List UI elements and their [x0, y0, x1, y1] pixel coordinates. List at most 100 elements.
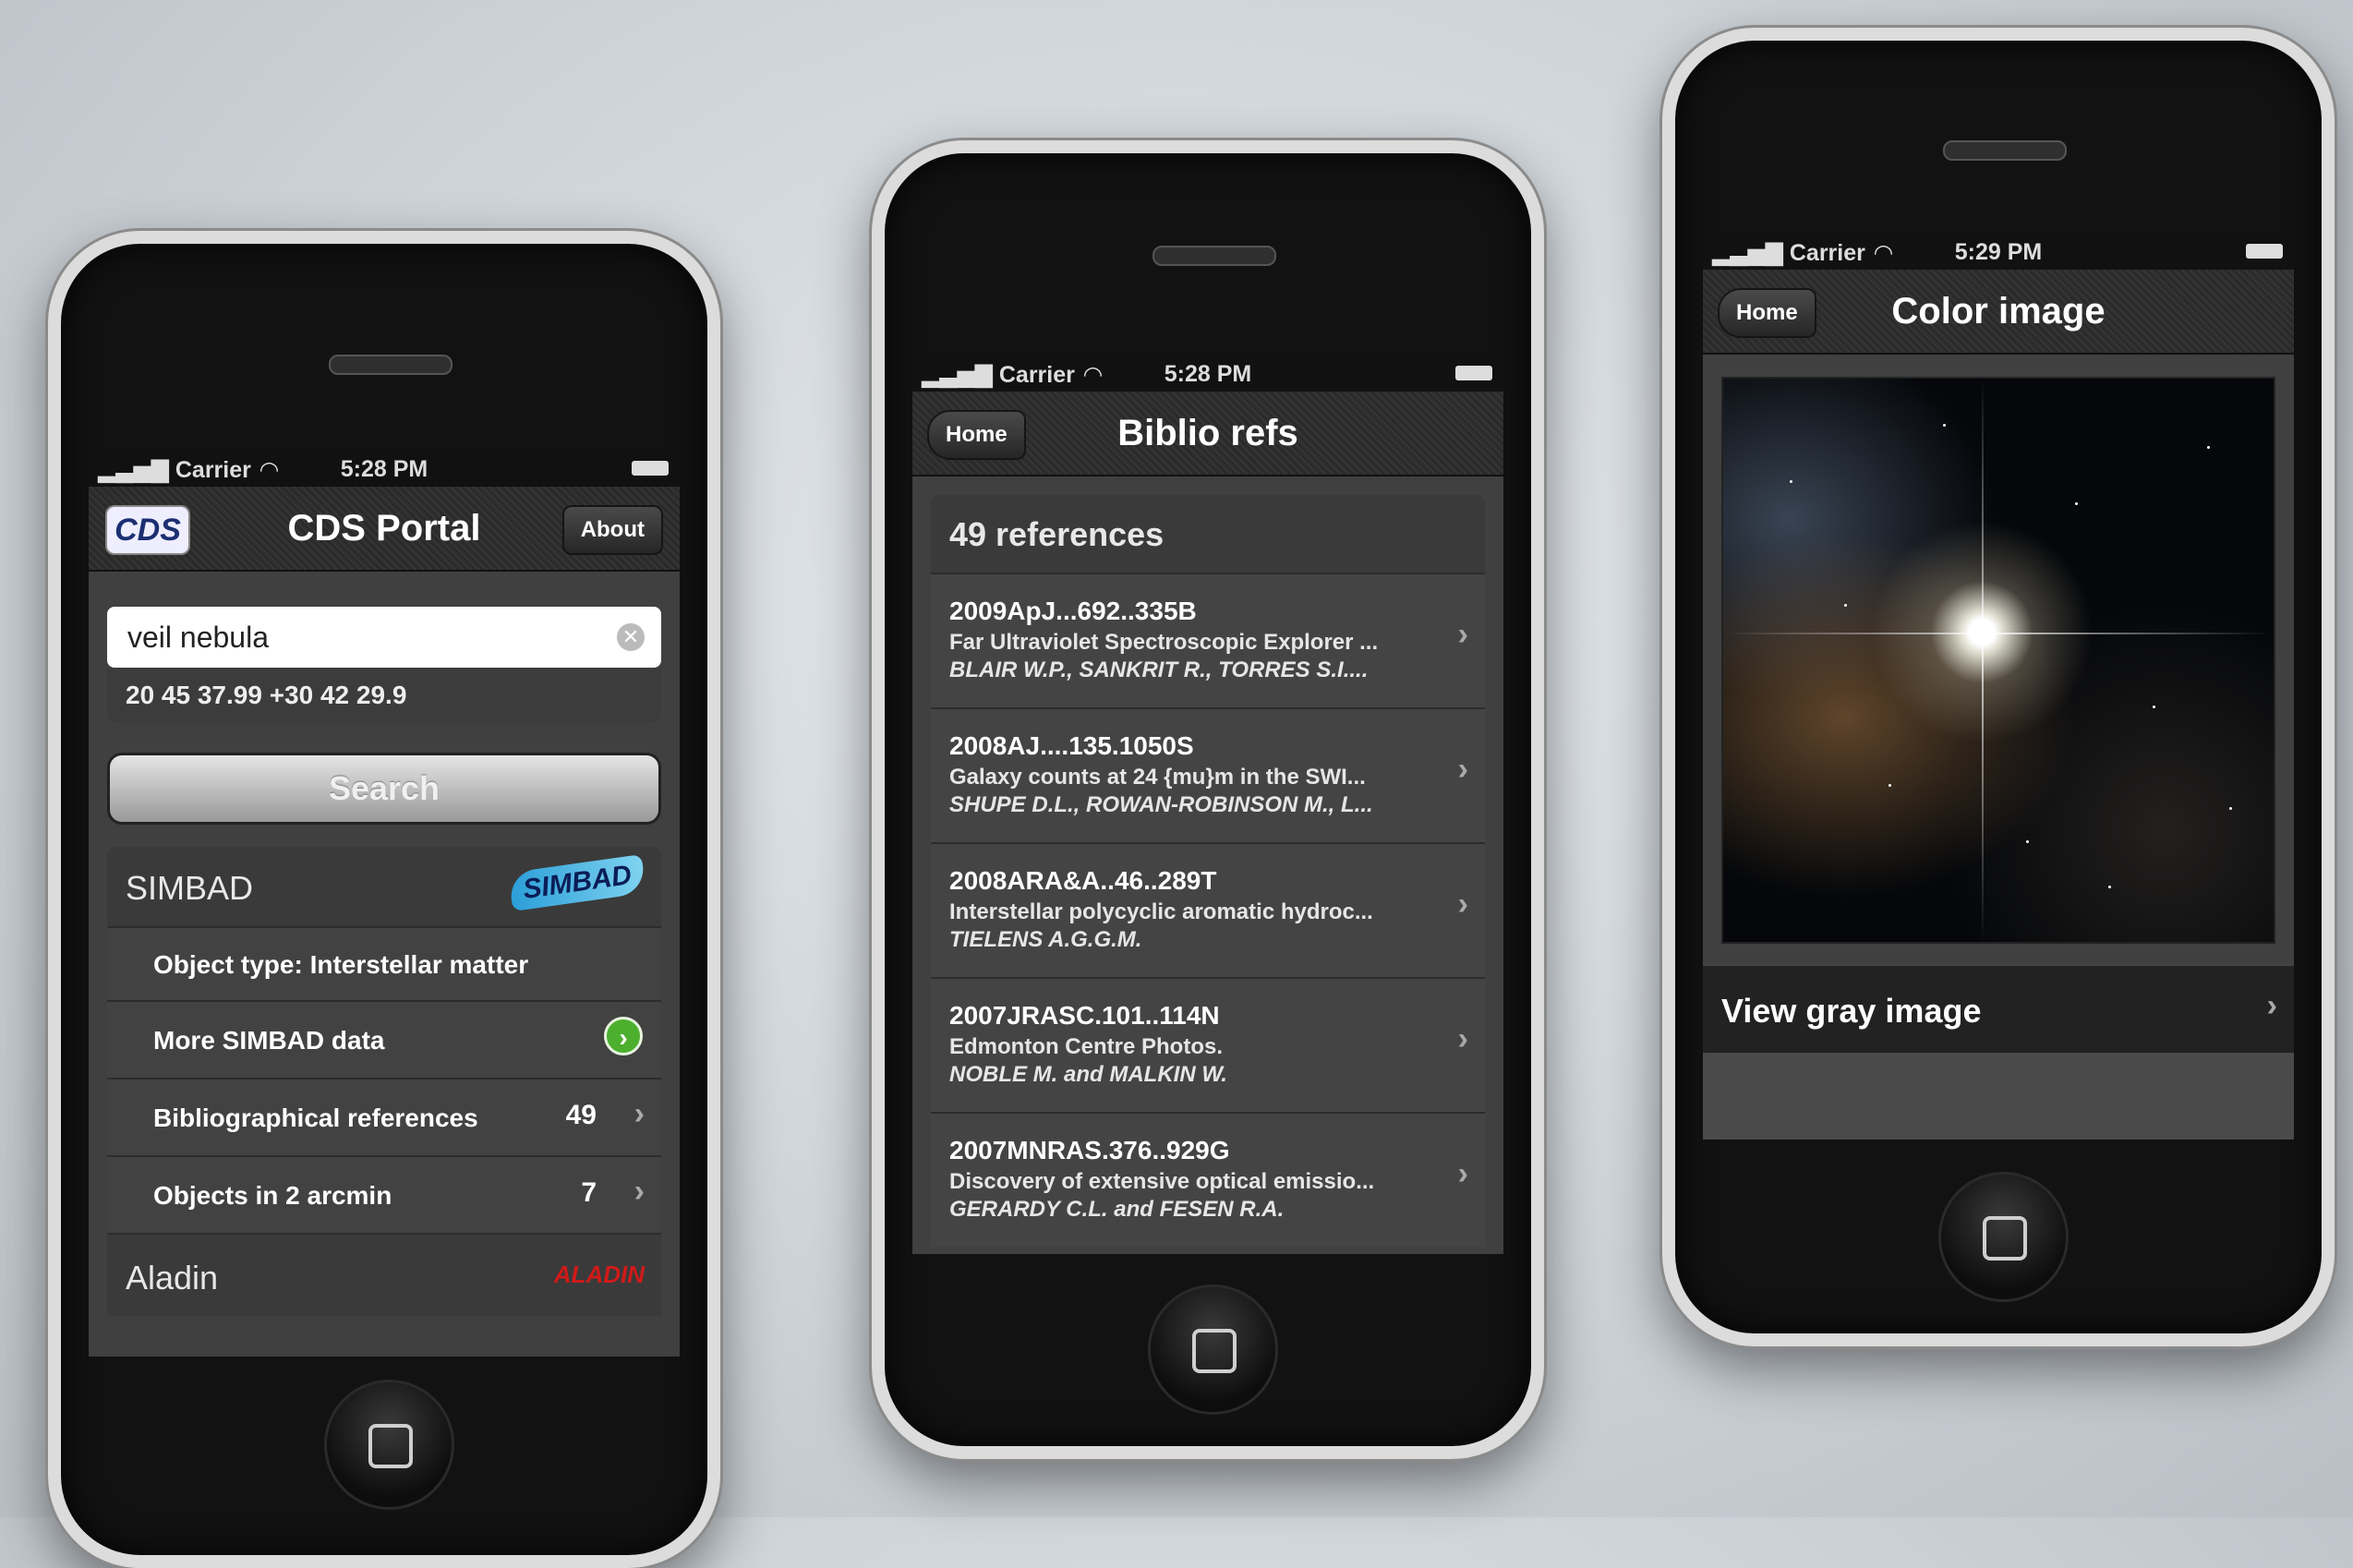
chevron-right-icon: ›: [634, 1174, 645, 1209]
phone-cds-portal: ▂▃▅▇ Carrier ◠ 5:28 PM CDS CDS Portal Abo…: [48, 231, 720, 1568]
status-time: 5:28 PM: [340, 456, 428, 482]
reference-authors: BLAIR W.P., SANKRIT R., TORRES S.I....: [949, 657, 1369, 682]
star: [2152, 705, 2155, 708]
reference-authors: SHUPE D.L., ROWAN-ROBINSON M., L...: [949, 792, 1373, 817]
list-item: Object type: Interstellar matter: [107, 926, 661, 1000]
screen-cds-portal: ▂▃▅▇ Carrier ◠ 5:28 PM CDS CDS Portal Abo…: [89, 452, 680, 1357]
simbad-header: SIMBAD SIMBAD: [107, 847, 661, 926]
phone-biblio-refs: ▂▃▅▇ Carrier ◠ 5:28 PM Home Biblio refs 4…: [872, 140, 1544, 1459]
clear-icon[interactable]: ✕: [617, 623, 645, 651]
status-time: 5:29 PM: [1954, 239, 2043, 265]
bibliographical-references-row[interactable]: Bibliographical references 49 ›: [107, 1078, 661, 1155]
about-button[interactable]: About: [561, 505, 663, 555]
chevron-right-icon: ›: [1457, 1021, 1468, 1056]
battery-icon: [1455, 366, 1492, 380]
chevron-right-icon: ›: [1457, 1156, 1468, 1191]
star: [1789, 479, 1792, 483]
star: [2108, 886, 2112, 888]
home-square-icon: [1191, 1328, 1237, 1373]
reference-row[interactable]: 2009ApJ...692..335B Far Ultraviolet Spec…: [931, 573, 1485, 707]
aladin-logo: ALADIN: [553, 1260, 645, 1288]
screen-color-image: ▂▃▅▇ Carrier ◠ 5:29 PM Home Color image V…: [1703, 235, 2294, 1140]
reference-code: 2008ARA&A..46..289T: [949, 866, 1217, 895]
references-list: 49 references 2009ApJ...692..335B Far Ul…: [931, 495, 1485, 1247]
view-gray-image-label: View gray image: [1721, 992, 1982, 1030]
objects-count: 7: [581, 1177, 597, 1208]
reference-title: Edmonton Centre Photos.: [949, 1034, 1223, 1059]
home-square-icon: [368, 1423, 413, 1468]
star-spike: [1982, 379, 1985, 942]
search-button[interactable]: Search: [107, 753, 661, 825]
reference-authors: NOBLE M. and MALKIN W.: [949, 1062, 1227, 1087]
star: [2075, 502, 2079, 506]
nav-bar: CDS CDS Portal About: [89, 487, 680, 572]
chevron-right-icon: ›: [1457, 887, 1468, 922]
home-square-icon: [1982, 1215, 2027, 1260]
home-button[interactable]: [324, 1380, 454, 1510]
color-image: [1721, 377, 2275, 944]
chevron-right-icon: ›: [634, 1096, 645, 1131]
home-button[interactable]: [1938, 1172, 2069, 1302]
reference-row[interactable]: 2007MNRAS.376..929G Discovery of extensi…: [931, 1112, 1485, 1247]
page-title: Color image: [1891, 291, 2106, 332]
speaker-grill: [1943, 140, 2067, 161]
star: [1888, 784, 1891, 788]
aladin-header-label: Aladin: [126, 1259, 219, 1297]
battery-icon: [2246, 244, 2283, 259]
object-type-label: Object type: Interstellar matter: [153, 950, 529, 979]
star: [2025, 840, 2029, 844]
reference-authors: TIELENS A.G.G.M.: [949, 927, 1142, 952]
simbad-header-label: SIMBAD: [126, 869, 254, 907]
status-bar: ▂▃▅▇ Carrier ◠ 5:29 PM: [1703, 235, 2294, 270]
search-input[interactable]: veil nebula ✕: [107, 607, 661, 668]
reference-title: Discovery of extensive optical emissio..…: [949, 1169, 1375, 1194]
battery-icon: [632, 461, 669, 476]
reference-row[interactable]: 2008AJ....135.1050S Galaxy counts at 24 …: [931, 707, 1485, 842]
references-count-header: 49 references: [931, 495, 1485, 573]
star: [1943, 423, 1947, 427]
reference-title: Far Ultraviolet Spectroscopic Explorer .…: [949, 630, 1379, 655]
chevron-right-icon: ›: [1457, 617, 1468, 652]
speaker-grill: [329, 355, 452, 375]
chevron-right-circle-icon[interactable]: ›: [604, 1017, 643, 1055]
references-count: 49: [565, 1100, 597, 1130]
references-count-label: 49 references: [949, 515, 1164, 553]
simbad-group: SIMBAD SIMBAD Object type: Interstellar …: [107, 847, 661, 1316]
reference-code: 2007JRASC.101..114N: [949, 1001, 1220, 1030]
more-simbad-data-label: More SIMBAD data: [153, 1026, 385, 1055]
more-simbad-data-row[interactable]: More SIMBAD data ›: [107, 1000, 661, 1078]
reference-title: Galaxy counts at 24 {mu}m in the SWI...: [949, 765, 1366, 790]
reference-code: 2007MNRAS.376..929G: [949, 1136, 1230, 1164]
view-gray-image-row[interactable]: View gray image ›: [1703, 964, 2294, 1055]
simbad-logo: SIMBAD: [507, 854, 647, 911]
resolved-coordinates: 20 45 37.99 +30 42 29.9: [107, 668, 661, 723]
home-button[interactable]: [1148, 1285, 1278, 1415]
reference-row[interactable]: 2008ARA&A..46..289T Interstellar polycyc…: [931, 842, 1485, 977]
chevron-right-icon: ›: [1457, 752, 1468, 787]
reference-title: Interstellar polycyclic aromatic hydroc.…: [949, 899, 1373, 924]
search-input-value: veil nebula: [127, 621, 269, 654]
nav-bar: Home Biblio refs: [912, 392, 1503, 476]
empty-footer-area: [1703, 1053, 2294, 1140]
status-time: 5:28 PM: [1164, 361, 1252, 387]
status-bar: ▂▃▅▇ Carrier ◠ 5:28 PM: [89, 452, 680, 487]
bibliographical-references-label: Bibliographical references: [153, 1104, 478, 1132]
page-title: Biblio refs: [1117, 413, 1298, 453]
objects-in-2-arcmin-label: Objects in 2 arcmin: [153, 1181, 392, 1210]
reference-authors: GERARDY C.L. and FESEN R.A.: [949, 1197, 1285, 1222]
reference-code: 2008AJ....135.1050S: [949, 731, 1194, 760]
star: [2207, 446, 2211, 450]
reference-row[interactable]: 2007JRASC.101..114N Edmonton Centre Phot…: [931, 977, 1485, 1112]
star: [2229, 806, 2233, 810]
star: [1844, 604, 1848, 607]
screen-biblio-refs: ▂▃▅▇ Carrier ◠ 5:28 PM Home Biblio refs 4…: [912, 356, 1503, 1254]
nav-bar: Home Color image: [1703, 270, 2294, 355]
phone-color-image: ▂▃▅▇ Carrier ◠ 5:29 PM Home Color image V…: [1662, 28, 2335, 1346]
status-bar: ▂▃▅▇ Carrier ◠ 5:28 PM: [912, 356, 1503, 392]
aladin-header: Aladin ALADIN: [107, 1233, 661, 1316]
objects-in-2-arcmin-row[interactable]: Objects in 2 arcmin 7 ›: [107, 1155, 661, 1233]
star-spike: [1723, 632, 2274, 634]
reference-code: 2009ApJ...692..335B: [949, 597, 1197, 625]
chevron-right-icon: ›: [2266, 988, 2277, 1023]
speaker-grill: [1152, 246, 1276, 266]
